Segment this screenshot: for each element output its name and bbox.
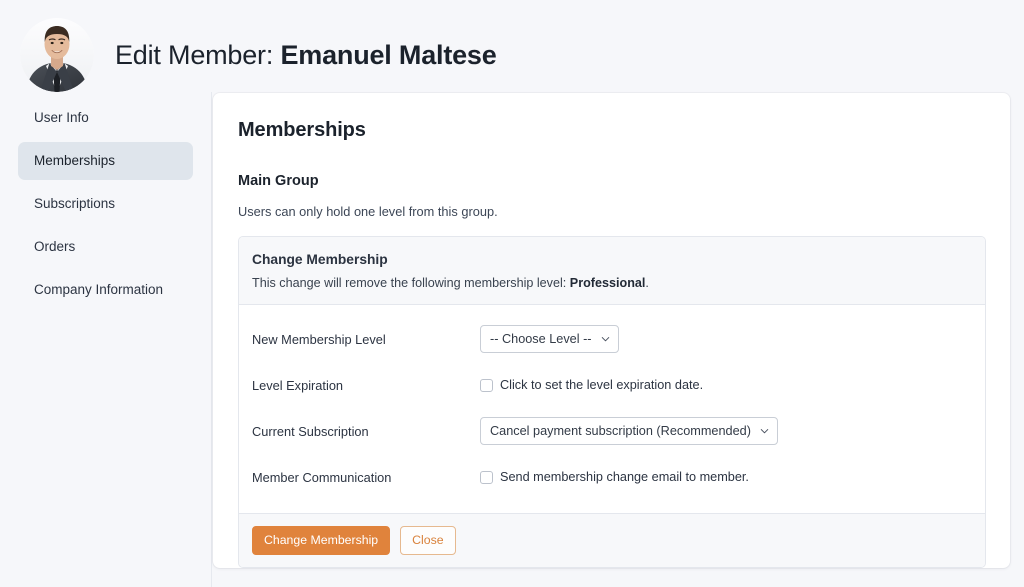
row-level-expiration: Level Expiration Click to set the level …	[252, 371, 972, 399]
member-communication-checkbox[interactable]	[480, 470, 493, 484]
field-current-subscription: Cancel payment subscription (Recommended…	[480, 417, 972, 445]
label-new-membership-level: New Membership Level	[252, 331, 386, 347]
sidebar-item-subscriptions[interactable]: Subscriptions	[18, 185, 193, 223]
level-expiration-check-line[interactable]: Click to set the level expiration date.	[480, 378, 703, 392]
level-expiration-checkbox[interactable]	[480, 378, 493, 392]
new-membership-level-select-wrap: -- Choose Level --	[480, 325, 619, 353]
label-current-subscription: Current Subscription	[252, 423, 369, 439]
panel-heading: Change Membership	[252, 252, 388, 267]
sidebar-item-label: User Info	[34, 110, 89, 125]
current-subscription-select[interactable]: Cancel payment subscription (Recommended…	[480, 417, 778, 445]
member-communication-check-line[interactable]: Send membership change email to member.	[480, 470, 749, 484]
new-membership-level-select[interactable]: -- Choose Level --	[480, 325, 619, 353]
row-new-membership-level: New Membership Level -- Choose Level --	[252, 325, 972, 353]
member-photo-icon	[20, 18, 94, 92]
change-membership-button[interactable]: Change Membership	[252, 526, 391, 555]
sidebar-item-label: Subscriptions	[34, 196, 116, 211]
label-level-expiration: Level Expiration	[252, 377, 344, 393]
member-communication-checkbox-label: Send membership change email to member.	[500, 470, 749, 484]
sidebar-item-memberships[interactable]: Memberships	[18, 142, 193, 180]
close-button[interactable]: Close	[400, 526, 456, 555]
avatar	[20, 18, 94, 92]
page-body: User Info Memberships Subscriptions Orde…	[0, 92, 1024, 587]
page-title: Edit Member: Emanuel Maltese	[115, 40, 497, 71]
label-member-communication: Member Communication	[252, 469, 392, 485]
main-content: Memberships Main Group Users can only ho…	[212, 92, 1024, 568]
sidebar-item-label: Orders	[34, 239, 76, 254]
page-header: Edit Member: Emanuel Maltese	[0, 0, 1024, 92]
sidebar-item-orders[interactable]: Orders	[18, 228, 193, 266]
field-member-communication: Send membership change email to member.	[480, 470, 972, 484]
panel-notice-level: Professional	[569, 276, 646, 290]
sidebar-item-user-info[interactable]: User Info	[18, 99, 193, 137]
row-current-subscription: Current Subscription Cancel payment subs…	[252, 417, 972, 445]
field-level-expiration: Click to set the level expiration date.	[480, 378, 972, 392]
group-title: Main Group	[238, 173, 319, 189]
memberships-card: Memberships Main Group Users can only ho…	[213, 93, 1010, 568]
page-title-member-name: Emanuel Maltese	[280, 39, 497, 70]
panel-notice-suffix: .	[645, 276, 649, 290]
current-subscription-select-wrap: Cancel payment subscription (Recommended…	[480, 417, 778, 445]
field-new-membership-level: -- Choose Level --	[480, 325, 972, 353]
card-title: Memberships	[238, 119, 366, 141]
sidebar-item-company-information[interactable]: Company Information	[18, 271, 193, 309]
page-title-prefix: Edit Member:	[115, 39, 274, 70]
sidebar-item-label: Memberships	[34, 153, 116, 168]
panel-notice: This change will remove the following me…	[252, 276, 972, 290]
group-description: Users can only hold one level from this …	[238, 204, 498, 219]
panel-header: Change Membership This change will remov…	[239, 237, 985, 305]
change-membership-panel: Change Membership This change will remov…	[238, 236, 986, 568]
sidebar-item-label: Company Information	[34, 282, 164, 297]
sidebar: User Info Memberships Subscriptions Orde…	[0, 92, 212, 587]
panel-notice-prefix: This change will remove the following me…	[252, 276, 567, 290]
panel-body: New Membership Level -- Choose Level --	[239, 305, 985, 513]
level-expiration-checkbox-label: Click to set the level expiration date.	[500, 378, 704, 392]
panel-footer: Change Membership Close	[239, 513, 985, 567]
row-member-communication: Member Communication Send membership cha…	[252, 463, 972, 491]
